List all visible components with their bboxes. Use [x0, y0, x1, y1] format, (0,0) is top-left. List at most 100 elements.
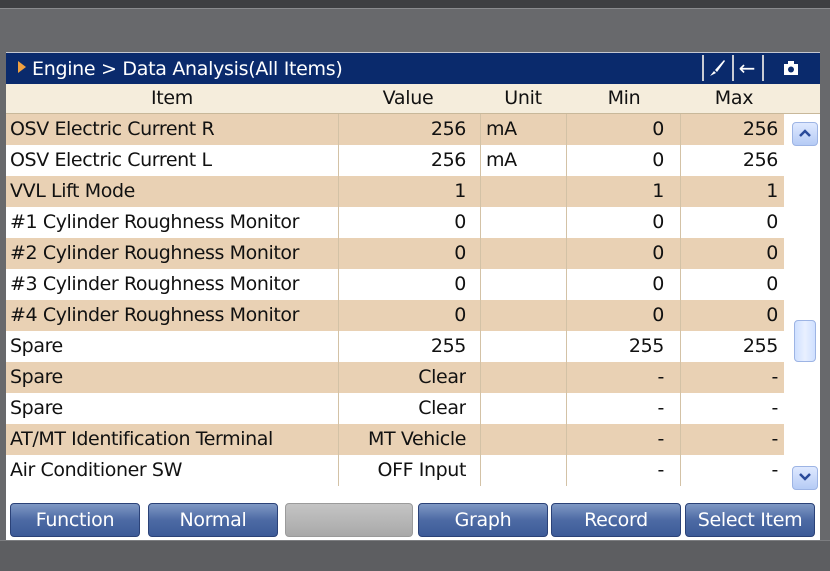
value-cell: Clear — [418, 397, 466, 419]
table-row[interactable]: VVL Lift Mode 1 1 1 — [6, 176, 784, 207]
value-cell: MT Vehicle — [368, 428, 466, 450]
item-cell: Spare — [10, 366, 63, 388]
vertical-scrollbar[interactable] — [792, 122, 818, 490]
top-frame — [0, 0, 830, 9]
table-row[interactable]: #3 Cylinder Roughness Monitor 0 0 0 — [6, 269, 784, 300]
unit-cell — [486, 207, 556, 238]
select-item-button[interactable]: Select Item — [685, 503, 815, 537]
max-cell: - — [771, 366, 778, 388]
item-cell: #1 Cylinder Roughness Monitor — [10, 211, 300, 233]
max-cell: 0 — [766, 242, 778, 264]
item-cell: AT/MT Identification Terminal — [10, 428, 273, 450]
min-cell: 0 — [652, 242, 664, 264]
scroll-thumb[interactable] — [794, 320, 816, 363]
breadcrumb-arrow-icon — [18, 61, 26, 73]
min-cell: - — [657, 366, 664, 388]
bottom-frame — [0, 540, 830, 571]
value-cell: 255 — [430, 335, 466, 357]
unit-cell — [486, 393, 556, 424]
value-cell: 256 — [430, 149, 466, 171]
value-cell: 0 — [454, 211, 466, 233]
max-cell: - — [771, 459, 778, 481]
chevron-up-icon — [799, 129, 811, 137]
title-bar: Engine > Data Analysis(All Items) ← — [6, 52, 820, 85]
empty-disabled-button — [285, 503, 413, 537]
min-cell: - — [657, 397, 664, 419]
value-cell: 0 — [454, 242, 466, 264]
unit-cell — [486, 269, 556, 300]
unit-cell: mA — [486, 149, 517, 171]
unit-cell — [486, 176, 556, 207]
value-cell: 0 — [454, 304, 466, 326]
min-cell: 0 — [652, 211, 664, 233]
unit-cell — [486, 424, 556, 455]
scroll-up-button[interactable] — [792, 122, 818, 146]
min-cell: - — [657, 428, 664, 450]
back-arrow-icon: ← — [738, 56, 756, 80]
item-cell: OSV Electric Current L — [10, 149, 212, 171]
scroll-down-button[interactable] — [792, 466, 818, 490]
max-cell: 0 — [766, 211, 778, 233]
unit-cell — [486, 362, 556, 393]
item-cell: OSV Electric Current R — [10, 118, 215, 140]
min-cell: 255 — [628, 335, 664, 357]
brush-icon — [710, 60, 725, 76]
table-row[interactable]: #4 Cylinder Roughness Monitor 0 0 0 — [6, 300, 784, 331]
table-row[interactable]: Spare 255 255 255 — [6, 331, 784, 362]
max-cell: - — [771, 397, 778, 419]
value-cell: 1 — [454, 180, 466, 202]
table-row[interactable]: #2 Cylinder Roughness Monitor 0 0 0 — [6, 238, 784, 269]
table-row[interactable]: OSV Electric Current R 256 mA 0 256 — [6, 114, 784, 145]
column-header-value: Value — [382, 87, 434, 109]
item-cell: Spare — [10, 335, 63, 357]
item-cell: #4 Cylinder Roughness Monitor — [10, 304, 300, 326]
item-cell: Spare — [10, 397, 63, 419]
table-row[interactable]: Spare Clear - - — [6, 393, 784, 424]
data-analysis-window: Engine > Data Analysis(All Items) ← Item… — [6, 52, 820, 540]
min-cell: 0 — [652, 304, 664, 326]
function-button[interactable]: Function — [10, 503, 140, 537]
unit-cell: mA — [486, 118, 517, 140]
max-cell: 255 — [742, 335, 778, 357]
chevron-down-icon — [799, 473, 811, 481]
max-cell: - — [771, 428, 778, 450]
brush-button[interactable] — [702, 55, 730, 81]
min-cell: - — [657, 459, 664, 481]
min-cell: 1 — [652, 180, 664, 202]
column-header-min: Min — [607, 87, 641, 109]
camera-icon — [784, 61, 798, 75]
table-row[interactable]: #1 Cylinder Roughness Monitor 0 0 0 — [6, 207, 784, 238]
table-row[interactable]: OSV Electric Current L 256 mA 0 256 — [6, 145, 784, 176]
min-cell: 0 — [652, 273, 664, 295]
data-table: OSV Electric Current R 256 mA 0 256 OSV … — [6, 114, 784, 486]
function-toolbar: Function Normal Graph Record Select Item — [6, 500, 820, 538]
normal-button[interactable]: Normal — [148, 503, 278, 537]
table-row[interactable]: Spare Clear - - — [6, 362, 784, 393]
column-header-max: Max — [714, 87, 754, 109]
item-cell: #2 Cylinder Roughness Monitor — [10, 242, 300, 264]
back-button[interactable]: ← — [732, 55, 760, 81]
max-cell: 0 — [766, 273, 778, 295]
max-cell: 1 — [766, 180, 778, 202]
table-header: Item Value Unit Min Max — [6, 84, 820, 114]
value-cell: 256 — [430, 118, 466, 140]
max-cell: 0 — [766, 304, 778, 326]
breadcrumb: Engine > Data Analysis(All Items) — [32, 58, 343, 80]
table-row[interactable]: AT/MT Identification Terminal MT Vehicle… — [6, 424, 784, 455]
item-cell: VVL Lift Mode — [10, 180, 135, 202]
min-cell: 0 — [652, 149, 664, 171]
column-header-unit: Unit — [504, 87, 542, 109]
item-cell: Air Conditioner SW — [10, 459, 182, 481]
column-header-item: Item — [150, 87, 194, 109]
value-cell: Clear — [418, 366, 466, 388]
graph-button[interactable]: Graph — [418, 503, 548, 537]
unit-cell — [486, 455, 556, 486]
camera-button[interactable] — [762, 55, 818, 81]
record-button[interactable]: Record — [551, 503, 681, 537]
min-cell: 0 — [652, 118, 664, 140]
item-cell: #3 Cylinder Roughness Monitor — [10, 273, 300, 295]
unit-cell — [486, 238, 556, 269]
max-cell: 256 — [742, 118, 778, 140]
max-cell: 256 — [742, 149, 778, 171]
table-row[interactable]: Air Conditioner SW OFF Input - - — [6, 455, 784, 486]
